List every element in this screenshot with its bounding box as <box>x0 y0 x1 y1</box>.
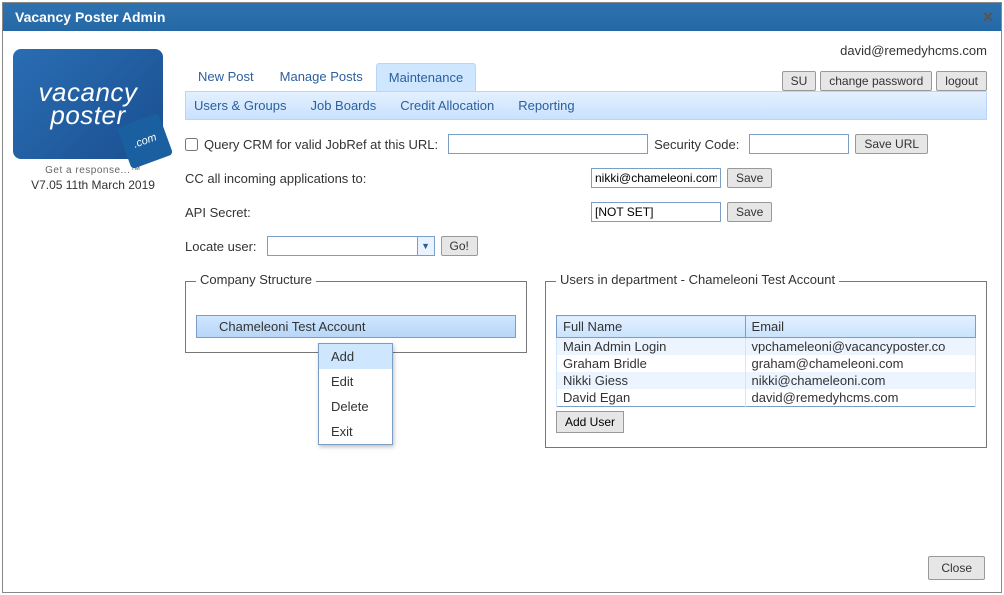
close-button[interactable]: Close <box>928 556 985 580</box>
company-structure-fieldset: Company Structure Chameleoni Test Accoun… <box>185 274 527 353</box>
main-tabs: New Post Manage Posts Maintenance SU cha… <box>185 62 987 91</box>
logout-button[interactable]: logout <box>936 71 987 91</box>
ctx-delete[interactable]: Delete <box>319 394 392 419</box>
add-user-button[interactable]: Add User <box>556 411 624 433</box>
table-row[interactable]: Graham Bridlegraham@chameleoni.com <box>557 355 976 372</box>
table-row[interactable]: David Egandavid@remedyhcms.com <box>557 389 976 407</box>
users-fieldset: Users in department - Chameleoni Test Ac… <box>545 274 987 448</box>
tab-manage-posts[interactable]: Manage Posts <box>267 62 376 91</box>
col-full-name[interactable]: Full Name <box>557 316 746 338</box>
save-url-button[interactable]: Save URL <box>855 134 928 154</box>
sub-tabs: Users & Groups Job Boards Credit Allocat… <box>185 91 987 120</box>
cc-label: CC all incoming applications to: <box>185 171 581 186</box>
tab-maintenance[interactable]: Maintenance <box>376 63 476 91</box>
company-structure-legend: Company Structure <box>196 272 316 287</box>
col-email[interactable]: Email <box>745 316 975 338</box>
users-table: Full Name Email Main Admin Loginvpchamel… <box>556 315 976 407</box>
logo-line2: poster <box>50 104 125 127</box>
ctx-edit[interactable]: Edit <box>319 369 392 394</box>
security-code-input[interactable] <box>749 134 849 154</box>
go-button[interactable]: Go! <box>441 236 478 256</box>
table-row[interactable]: Main Admin Loginvpchameleoni@vacancypost… <box>557 338 976 356</box>
tree-root-item[interactable]: Chameleoni Test Account <box>196 315 516 338</box>
sidebar: vacancy poster .com Get a response...™ V… <box>3 31 179 592</box>
subtab-job-boards[interactable]: Job Boards <box>310 98 376 113</box>
chevron-down-icon[interactable]: ▼ <box>417 236 435 256</box>
context-menu: Add Edit Delete Exit <box>318 343 393 445</box>
query-crm-checkbox[interactable] <box>185 138 198 151</box>
cc-save-button[interactable]: Save <box>727 168 772 188</box>
tab-new-post[interactable]: New Post <box>185 62 267 91</box>
api-secret-label: API Secret: <box>185 205 581 220</box>
user-email: david@remedyhcms.com <box>185 43 987 58</box>
version-text: V7.05 11th March 2019 <box>13 178 173 192</box>
query-crm-label: Query CRM for valid JobRef at this URL: <box>204 137 438 152</box>
subtab-reporting[interactable]: Reporting <box>518 98 574 113</box>
locate-user-input[interactable] <box>267 236 417 256</box>
locate-user-label: Locate user: <box>185 239 257 254</box>
table-row[interactable]: Nikki Giessnikki@chameleoni.com <box>557 372 976 389</box>
change-password-button[interactable]: change password <box>820 71 932 91</box>
users-legend: Users in department - Chameleoni Test Ac… <box>556 272 839 287</box>
titlebar: Vacancy Poster Admin × <box>3 3 1001 31</box>
api-secret-input[interactable] <box>591 202 721 222</box>
window-title: Vacancy Poster Admin <box>15 9 165 25</box>
window-close-icon[interactable]: × <box>982 7 993 28</box>
cc-input[interactable] <box>591 168 721 188</box>
security-code-label: Security Code: <box>654 137 739 152</box>
ctx-exit[interactable]: Exit <box>319 419 392 444</box>
logo: vacancy poster .com <box>13 49 163 159</box>
su-button[interactable]: SU <box>782 71 817 91</box>
ctx-add[interactable]: Add <box>319 344 392 369</box>
subtab-users-groups[interactable]: Users & Groups <box>194 98 286 113</box>
locate-user-combo[interactable]: ▼ <box>267 236 435 256</box>
subtab-credit-allocation[interactable]: Credit Allocation <box>400 98 494 113</box>
query-crm-url-input[interactable] <box>448 134 648 154</box>
tagline: Get a response...™ <box>13 165 173 176</box>
api-save-button[interactable]: Save <box>727 202 772 222</box>
